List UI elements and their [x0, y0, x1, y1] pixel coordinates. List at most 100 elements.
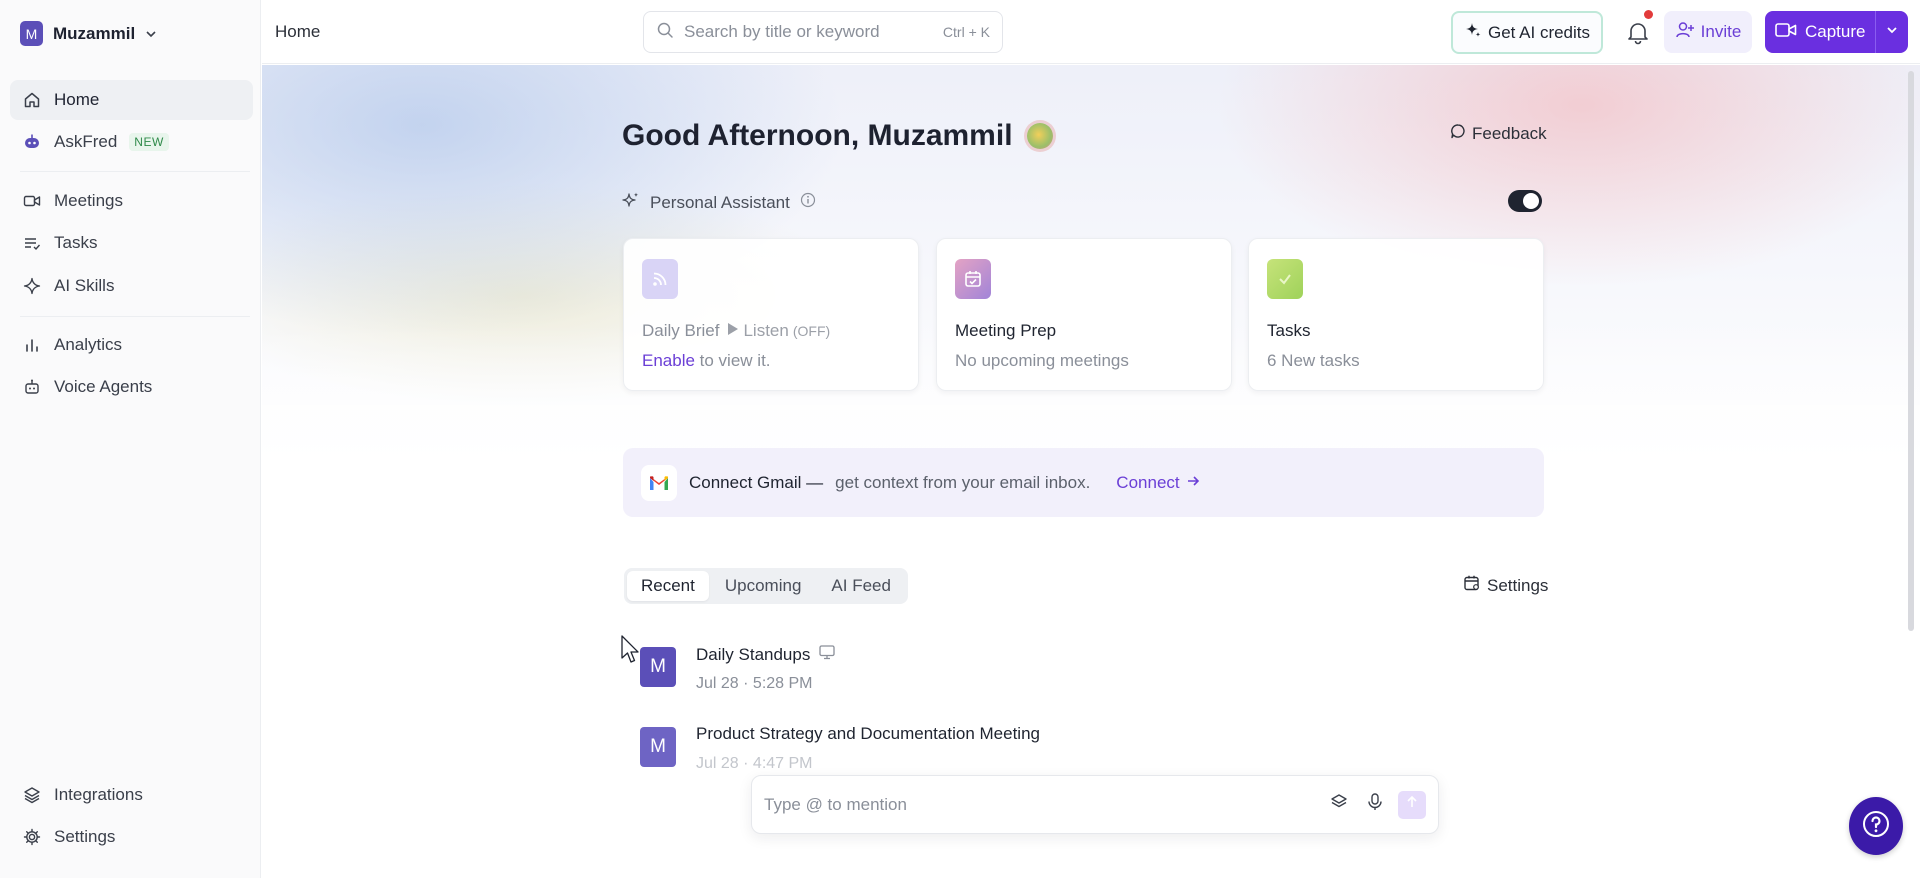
sidebar-item-label: Analytics	[54, 335, 123, 354]
layers-icon	[1329, 792, 1349, 817]
tab-recent[interactable]: Recent	[627, 571, 709, 601]
layers-icon	[22, 785, 42, 805]
tasks-card[interactable]: Tasks 6 New tasks	[1248, 238, 1544, 391]
askfred-icon	[22, 132, 42, 152]
meeting-avatar: M	[640, 647, 676, 687]
meetings-settings-button[interactable]: Settings	[1463, 574, 1548, 597]
video-icon	[1775, 21, 1797, 44]
settings-label: Settings	[1487, 575, 1549, 595]
feedback-button[interactable]: Feedback	[1450, 123, 1547, 144]
tasks-icon	[22, 233, 42, 253]
add-user-icon	[1675, 20, 1695, 45]
connect-gmail-body: get context from your email inbox.	[835, 472, 1091, 492]
mouse-cursor-icon	[621, 635, 641, 665]
personal-assistant-text: Personal Assistant	[650, 192, 790, 212]
meeting-title-text: Product Strategy and Documentation Meeti…	[696, 724, 1040, 743]
notifications-button[interactable]	[1625, 10, 1653, 45]
meeting-title: Product Strategy and Documentation Meeti…	[696, 724, 1040, 744]
list-item[interactable]: M Daily Standups Jul 28 · 5:28 PM	[640, 644, 1540, 707]
search-input[interactable]	[684, 22, 933, 42]
meeting-date: Jul 28	[696, 675, 739, 692]
tasks-icon	[1267, 259, 1303, 299]
feedback-label: Feedback	[1472, 123, 1547, 143]
meeting-meta: Jul 28 · 5:28 PM	[696, 675, 813, 692]
sidebar-item-label: Tasks	[54, 233, 98, 252]
help-button[interactable]	[1849, 797, 1903, 855]
calendar-settings-icon	[1463, 574, 1481, 597]
connect-gmail-title: Connect Gmail —	[689, 472, 824, 492]
sidebar-item-analytics[interactable]: Analytics	[10, 325, 253, 365]
capture-button[interactable]: Capture	[1765, 11, 1875, 53]
microphone-button[interactable]	[1360, 790, 1390, 820]
workspace-switcher[interactable]: M Muzammil	[20, 21, 157, 46]
sidebar-item-label: AI Skills	[54, 276, 115, 295]
home-icon	[22, 90, 42, 110]
notification-dot	[1644, 10, 1653, 19]
analytics-icon	[22, 335, 42, 355]
personal-assistant-toggle[interactable]	[1508, 190, 1542, 212]
sparkle-icon	[1464, 21, 1482, 44]
sidebar-item-settings[interactable]: Settings	[10, 817, 253, 857]
personal-assistant-label: Personal Assistant	[622, 191, 816, 214]
layers-button[interactable]	[1324, 790, 1354, 820]
meeting-prep-title: Meeting Prep	[955, 321, 1057, 340]
listen-button[interactable]: Listen (OFF)	[727, 321, 830, 341]
sidebar-item-tasks[interactable]: Tasks	[10, 223, 253, 263]
sidebar-item-ai-skills[interactable]: AI Skills	[10, 266, 253, 306]
scrollbar[interactable]	[1908, 71, 1914, 631]
meeting-title-text: Daily Standups	[696, 644, 811, 664]
send-button[interactable]	[1398, 790, 1426, 819]
chevron-down-icon	[1885, 22, 1899, 42]
sidebar-item-label: Settings	[54, 827, 116, 846]
gear-icon	[22, 827, 42, 847]
toggle-knob	[1523, 193, 1539, 209]
bell-icon	[1625, 23, 1651, 49]
capture-options-button[interactable]	[1875, 11, 1908, 53]
connect-gmail-button[interactable]: Connect	[1116, 473, 1199, 493]
search-shortcut: Ctrl + K	[942, 24, 990, 40]
chat-bubble-icon	[1450, 123, 1466, 144]
search-box[interactable]: Ctrl + K	[643, 11, 1003, 53]
sidebar-item-voice-agents[interactable]: Voice Agents	[10, 367, 253, 407]
daily-brief-subtitle: Enable to view it.	[642, 351, 771, 371]
gmail-icon	[641, 464, 677, 501]
meetings-tabs: Recent Upcoming AI Feed	[624, 568, 908, 604]
top-bar: Home Ctrl + K Get AI credits Invite Capt…	[262, 0, 1920, 64]
sidebar-item-home[interactable]: Home	[10, 80, 253, 120]
tab-upcoming[interactable]: Upcoming	[711, 571, 816, 601]
capture-button-group: Capture	[1765, 11, 1908, 53]
mention-input[interactable]	[764, 794, 1318, 815]
meeting-title: Daily Standups	[696, 644, 836, 665]
microphone-icon	[1366, 792, 1384, 817]
meeting-date: Jul 28	[696, 755, 739, 772]
sun-icon	[1026, 123, 1053, 149]
invite-button[interactable]: Invite	[1664, 11, 1752, 53]
meeting-time: 4:47 PM	[752, 755, 813, 772]
meeting-prep-subtitle: No upcoming meetings	[955, 351, 1129, 370]
sidebar-item-meetings[interactable]: Meetings	[10, 181, 253, 221]
info-icon[interactable]	[800, 192, 816, 213]
robot-icon	[22, 377, 42, 397]
play-icon	[727, 321, 739, 341]
tasks-card-subtitle: 6 New tasks	[1267, 351, 1360, 370]
sidebar-item-integrations[interactable]: Integrations	[10, 775, 253, 815]
invite-label: Invite	[1700, 22, 1742, 41]
enable-link[interactable]: Enable	[642, 351, 695, 370]
sidebar-item-label: Voice Agents	[54, 377, 153, 396]
meeting-meta: Jul 28 · 4:47 PM	[696, 755, 813, 772]
sidebar-item-label: Home	[54, 90, 100, 109]
daily-brief-card[interactable]: Daily Brief Listen (OFF) Enable to view …	[623, 238, 919, 391]
connect-label: Connect	[1116, 472, 1180, 492]
breadcrumb: Home	[275, 22, 321, 41]
monitor-icon	[818, 644, 836, 665]
tab-ai-feed[interactable]: AI Feed	[817, 571, 905, 601]
tasks-card-title: Tasks	[1267, 321, 1311, 340]
get-ai-credits-button[interactable]: Get AI credits	[1451, 11, 1603, 54]
sidebar-item-askfred[interactable]: AskFred NEW	[10, 122, 253, 162]
meeting-time: 5:28 PM	[752, 675, 813, 692]
sparkles-icon	[622, 191, 640, 214]
ask-composer	[751, 775, 1439, 834]
chevron-down-icon	[145, 28, 157, 40]
meeting-prep-card[interactable]: Meeting Prep No upcoming meetings	[936, 238, 1232, 391]
rss-icon	[642, 259, 678, 299]
